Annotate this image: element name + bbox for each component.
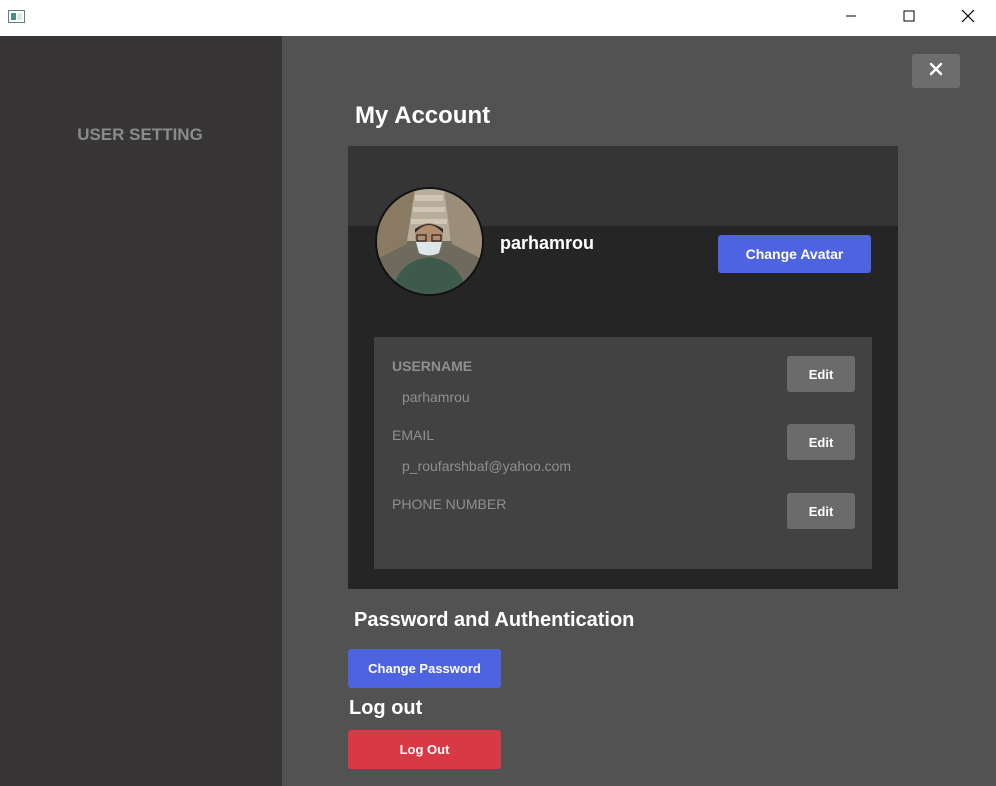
window-titlebar xyxy=(0,0,996,36)
phone-label: PHONE NUMBER xyxy=(392,496,507,512)
change-password-button[interactable]: Change Password xyxy=(348,649,501,688)
minimize-icon xyxy=(845,9,857,27)
logout-section-title: Log out xyxy=(349,697,423,719)
maximize-button[interactable] xyxy=(886,0,932,36)
username-label: USERNAME xyxy=(392,358,473,374)
profile-username: parhamrou xyxy=(500,233,595,253)
username-value: parhamrou xyxy=(402,389,470,405)
sidebar-title: USER SETTING xyxy=(77,125,203,144)
edit-phone-button[interactable]: Edit xyxy=(787,493,855,529)
change-avatar-button[interactable]: Change Avatar xyxy=(718,235,871,273)
window-close-button[interactable] xyxy=(945,0,991,36)
app-icon xyxy=(8,10,25,23)
avatar-photo xyxy=(377,189,482,294)
password-section-title: Password and Authentication xyxy=(354,609,635,631)
edit-email-button[interactable]: Edit xyxy=(787,424,855,460)
close-settings-button[interactable] xyxy=(912,54,960,88)
page-title: My Account xyxy=(355,102,491,129)
close-icon xyxy=(961,9,975,28)
logout-button[interactable]: Log Out xyxy=(348,730,501,769)
account-info-panel: USERNAME parhamrou Edit EMAIL p_roufarsh… xyxy=(374,337,872,569)
sidebar: USER SETTING xyxy=(0,36,282,786)
profile-card: parhamrou Change Avatar USERNAME parhamr… xyxy=(348,146,898,589)
minimize-button[interactable] xyxy=(828,0,874,36)
edit-username-button[interactable]: Edit xyxy=(787,356,855,392)
maximize-icon xyxy=(903,9,915,27)
email-value: p_roufarshbaf@yahoo.com xyxy=(402,458,572,474)
avatar xyxy=(375,187,484,296)
close-icon xyxy=(929,62,943,81)
email-label: EMAIL xyxy=(392,427,435,443)
